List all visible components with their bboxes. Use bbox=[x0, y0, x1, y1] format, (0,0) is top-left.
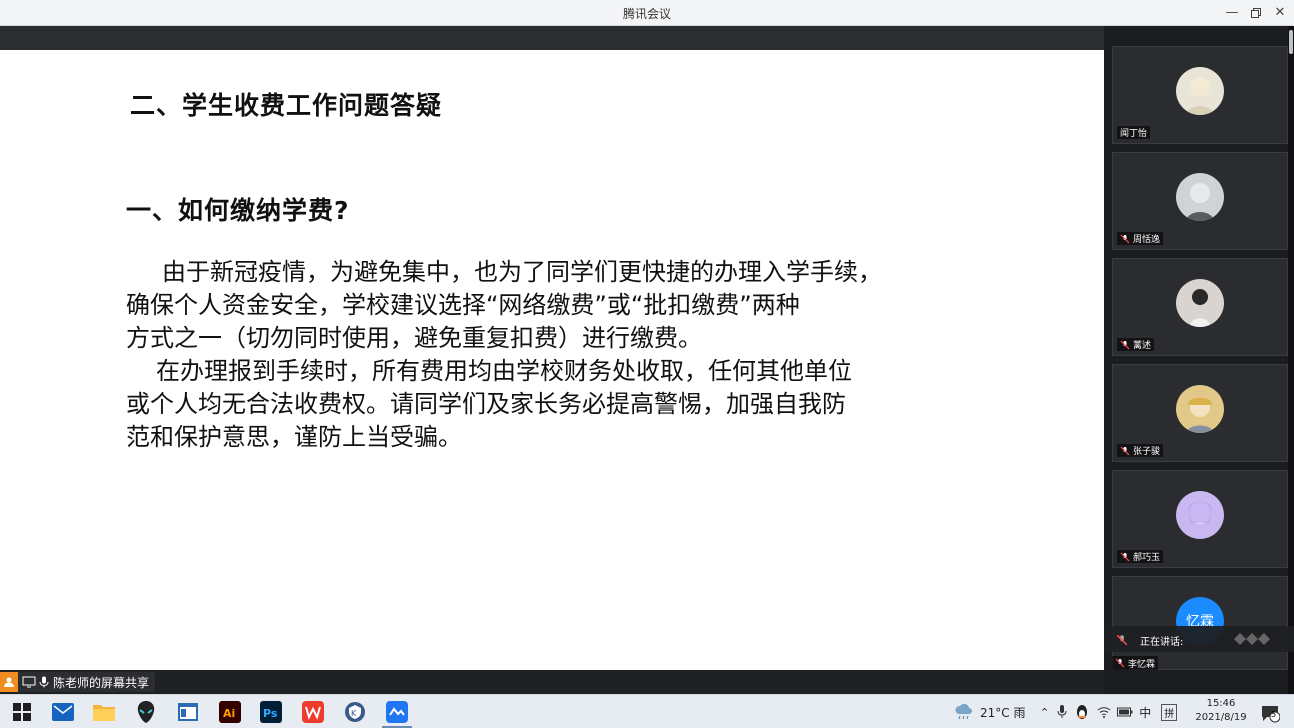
shield-app[interactable]: K bbox=[343, 700, 367, 724]
window-app-icon bbox=[178, 703, 198, 721]
mail-icon bbox=[52, 703, 74, 721]
participant-name: 张子骏 bbox=[1133, 447, 1161, 457]
alienware-app[interactable] bbox=[134, 700, 158, 724]
paragraph-2: 在办理报到手续时，所有费用均由学校财务处收取，任何其他单位 bbox=[126, 355, 1006, 388]
slide-question: 一、如何缴纳学费? bbox=[126, 196, 350, 225]
slide-body: 由于新冠疫情，为避免集中，也为了同学们更快捷的办理入学手续， 确保个人资金安全，… bbox=[126, 256, 1006, 454]
participant-name: 郝巧玉 bbox=[1133, 553, 1161, 563]
clock-date: 2021/8/19 bbox=[1195, 712, 1247, 723]
participant-tile[interactable]: 蓠述 bbox=[1112, 258, 1288, 356]
user-icon bbox=[0, 672, 18, 692]
tray-icons: ⌃ 中 拼 bbox=[1040, 695, 1178, 728]
speaking-label: 正在讲话: bbox=[1140, 637, 1184, 648]
screen-share-label[interactable]: 陈老师的屏幕共享 bbox=[0, 672, 156, 692]
restore-button[interactable] bbox=[1246, 3, 1266, 23]
file-explorer-app[interactable] bbox=[92, 700, 116, 724]
wifi-icon[interactable] bbox=[1097, 706, 1111, 718]
avatar bbox=[1176, 385, 1224, 433]
participant-name-tag: 周恬逸 bbox=[1117, 232, 1164, 245]
participant-name-tag: 郝巧玉 bbox=[1117, 550, 1164, 563]
windows-logo-icon bbox=[13, 703, 31, 721]
avatar bbox=[1176, 67, 1224, 115]
sidebar-scrollbar[interactable] bbox=[1288, 26, 1294, 694]
active-speaker-name-tag: 李忆霖 bbox=[1112, 656, 1159, 670]
mic-muted-icon bbox=[1116, 634, 1128, 646]
paragraph-1: 由于新冠疫情，为避免集中，也为了同学们更快捷的办理入学手续， bbox=[126, 256, 1006, 289]
avatar bbox=[1176, 173, 1224, 221]
participant-tile[interactable]: 张子骏 bbox=[1112, 364, 1288, 462]
ime-language[interactable]: 中 bbox=[1139, 704, 1151, 721]
speaking-indicator: 正在讲话: bbox=[1104, 626, 1294, 652]
microphone-icon bbox=[39, 676, 49, 688]
mic-muted-icon bbox=[1120, 234, 1130, 243]
restore-icon bbox=[1251, 8, 1261, 18]
mic-muted-icon bbox=[1120, 552, 1130, 561]
share-statusbar: 陈老师的屏幕共享 bbox=[0, 670, 1104, 694]
notification-count: 5 bbox=[1271, 710, 1277, 719]
cloud-rain-icon bbox=[955, 704, 972, 720]
minimize-button[interactable]: — bbox=[1222, 3, 1242, 23]
start-button[interactable] bbox=[10, 700, 34, 724]
clock-time: 15:46 bbox=[1206, 698, 1236, 709]
system-clock[interactable]: 15:46 2021/8/19 bbox=[1192, 697, 1250, 725]
paragraph-2-line-1: 在办理报到手续时，所有费用均由学校财务处收取，任何其他单位 bbox=[156, 357, 852, 385]
battery-icon[interactable] bbox=[1117, 707, 1133, 717]
illustrator-app[interactable]: Ai bbox=[218, 700, 242, 724]
svg-text:Ps: Ps bbox=[263, 707, 278, 720]
svg-text:K: K bbox=[351, 709, 357, 718]
window-titlebar: 腾讯会议 — ✕ bbox=[0, 0, 1294, 26]
microphone-icon[interactable] bbox=[1057, 705, 1067, 719]
chevron-up-icon[interactable]: ⌃ bbox=[1040, 706, 1049, 719]
weather-widget[interactable]: 21°C 雨 bbox=[954, 695, 1025, 728]
participant-sidebar: 闻丁怡 周恬逸 蓠述 张子骏 郝巧玉 忆霖 bbox=[1104, 26, 1294, 694]
participant-name-tag: 闻丁怡 bbox=[1117, 126, 1151, 139]
alien-head-icon bbox=[137, 701, 155, 723]
speaker-wave-icon bbox=[1234, 633, 1270, 645]
window-title: 腾讯会议 bbox=[622, 7, 671, 21]
participant-name: 闻丁怡 bbox=[1120, 129, 1148, 139]
slide-title: 二、学生收费工作问题答疑 bbox=[130, 91, 443, 120]
close-button[interactable]: ✕ bbox=[1270, 3, 1290, 23]
qq-penguin-icon[interactable] bbox=[1075, 704, 1089, 720]
participant-name: 周恬逸 bbox=[1133, 235, 1161, 245]
mic-muted-icon bbox=[1115, 658, 1125, 668]
photoshop-app[interactable]: Ps bbox=[259, 700, 283, 724]
folder-icon bbox=[93, 705, 115, 721]
wps-app[interactable] bbox=[301, 700, 325, 724]
window-app[interactable] bbox=[176, 700, 200, 724]
mic-muted-icon bbox=[1120, 446, 1130, 455]
paragraph-1-line-2: 确保个人资金安全，学校建议选择“网络缴费”或“批扣缴费”两种 bbox=[126, 291, 800, 319]
mail-app[interactable] bbox=[51, 700, 75, 724]
weather-text: 21°C 雨 bbox=[980, 705, 1026, 720]
paragraph-1-line-3: 方式之一（切勿同时使用，避免重复扣费）进行缴费。 bbox=[126, 324, 702, 352]
windows-taskbar: Ai Ps K 21°C 雨 ⌃ 中 拼 15:46 2021/8/19 5 bbox=[0, 694, 1294, 728]
participant-tile[interactable]: 闻丁怡 bbox=[1112, 46, 1288, 144]
paragraph-2-line-3: 范和保护意思，谨防上当受骗。 bbox=[126, 423, 462, 451]
ime-mode[interactable]: 拼 bbox=[1161, 703, 1178, 721]
shield-icon: K bbox=[345, 702, 365, 722]
participant-tile[interactable]: 周恬逸 bbox=[1112, 152, 1288, 250]
avatar bbox=[1176, 279, 1224, 327]
notification-icon bbox=[1262, 706, 1280, 723]
svg-text:Ai: Ai bbox=[223, 707, 235, 720]
participant-name-tag: 张子骏 bbox=[1117, 444, 1164, 457]
paragraph-2-line-2: 或个人均无合法收费权。请同学们及家长务必提高警惕，加强自我防 bbox=[126, 390, 846, 418]
screen-share-text: 陈老师的屏幕共享 bbox=[53, 675, 150, 690]
avatar bbox=[1176, 491, 1224, 539]
tencent-meeting-icon bbox=[386, 701, 408, 723]
participant-tile[interactable]: 郝巧玉 bbox=[1112, 470, 1288, 568]
participant-name-tag: 蓠述 bbox=[1117, 338, 1155, 351]
share-topbar bbox=[0, 26, 1104, 50]
paragraph-1-line-1: 由于新冠疫情，为避免集中，也为了同学们更快捷的办理入学手续， bbox=[162, 258, 882, 286]
tencent-meeting-app[interactable] bbox=[385, 700, 409, 724]
participant-name: 蓠述 bbox=[1133, 341, 1152, 351]
illustrator-icon: Ai bbox=[219, 701, 241, 723]
notification-center-button[interactable]: 5 bbox=[1258, 701, 1282, 725]
wps-icon bbox=[302, 701, 324, 723]
shared-screen: 二、学生收费工作问题答疑 一、如何缴纳学费? 由于新冠疫情，为避免集中，也为了同… bbox=[0, 50, 1104, 694]
screen-share-icon bbox=[22, 676, 36, 688]
mic-muted-icon bbox=[1120, 340, 1130, 349]
active-speaker-name: 李忆霖 bbox=[1128, 659, 1156, 670]
photoshop-icon: Ps bbox=[260, 701, 282, 723]
